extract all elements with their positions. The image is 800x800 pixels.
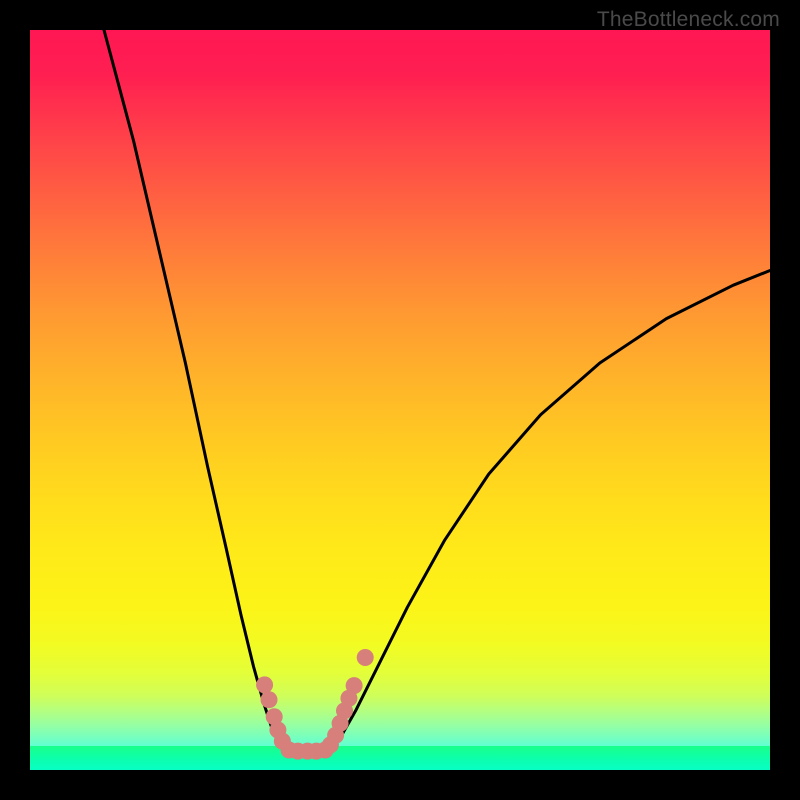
data-dot bbox=[346, 677, 363, 694]
chart-plot-area bbox=[30, 30, 770, 770]
curve-path bbox=[104, 30, 770, 751]
data-dots bbox=[256, 649, 374, 760]
data-dot bbox=[357, 649, 374, 666]
bottleneck-curve bbox=[104, 30, 770, 751]
data-dot bbox=[261, 691, 278, 708]
chart-svg bbox=[30, 30, 770, 770]
data-dot bbox=[256, 676, 273, 693]
watermark-text: TheBottleneck.com bbox=[597, 8, 780, 32]
